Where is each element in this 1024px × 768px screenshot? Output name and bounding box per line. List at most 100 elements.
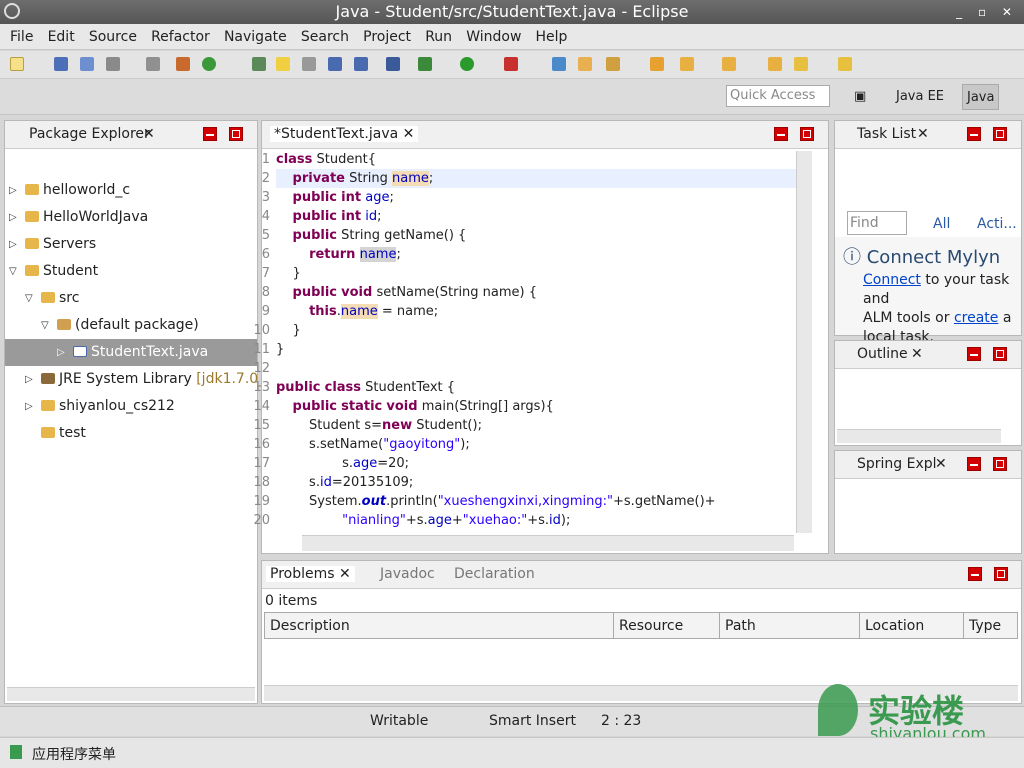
last-edit-icon[interactable] (768, 57, 782, 71)
open-type-icon[interactable] (552, 57, 566, 71)
maximize-button[interactable] (993, 457, 1007, 471)
minimize-button[interactable] (967, 457, 981, 471)
minimize-button[interactable] (967, 347, 981, 361)
status-insert-mode: Smart Insert (489, 713, 576, 729)
app-menu-label[interactable]: 应用程序菜单 (32, 744, 116, 764)
window-controls[interactable]: _ ▫ ✕ (956, 0, 1018, 24)
maximize-button[interactable] (993, 347, 1007, 361)
print-icon[interactable] (106, 57, 120, 71)
minimize-button[interactable] (774, 127, 788, 141)
horizontal-scrollbar[interactable] (302, 535, 794, 551)
search-pen-icon[interactable] (606, 57, 620, 71)
tree-item[interactable]: test (5, 420, 257, 447)
quick-access-input[interactable]: Quick Access (726, 85, 830, 107)
column-type[interactable]: Type (969, 618, 1001, 634)
app-menu-icon[interactable] (10, 745, 22, 759)
run-icon[interactable] (460, 57, 474, 71)
mylyn-text: ALM tools or (863, 310, 954, 326)
maximize-button[interactable] (993, 127, 1007, 141)
menu-window[interactable]: Window (461, 24, 526, 50)
tree-item[interactable]: ▷ JRE System Library [jdk1.7.0_67 (5, 366, 283, 393)
minimize-button[interactable] (967, 127, 981, 141)
open-task-icon[interactable] (650, 57, 664, 71)
menu-edit[interactable]: Edit (43, 24, 80, 50)
column-description[interactable]: Description (270, 618, 350, 634)
back-icon[interactable] (794, 57, 808, 71)
task-find-input[interactable]: Find (847, 211, 907, 235)
tree-item[interactable]: ▽ src (5, 285, 257, 312)
tab-problems[interactable]: Problems ✕ (266, 566, 355, 582)
maximize-button[interactable] (994, 567, 1008, 581)
mylyn-text: a (998, 310, 1012, 326)
spring-explorer-panel: Spring Expl ✕ (834, 450, 1022, 554)
debug-icon[interactable] (418, 57, 432, 71)
tree-item[interactable]: ▽ Student (5, 258, 257, 285)
all-link[interactable]: All (933, 216, 950, 232)
breakpoint-icon[interactable] (386, 57, 400, 71)
create-link[interactable]: create (954, 310, 998, 326)
editor-tab-bar: *StudentText.java ✕ (262, 121, 828, 149)
horizontal-scrollbar[interactable] (837, 429, 1001, 443)
minimize-button[interactable] (203, 127, 217, 141)
forward-icon[interactable] (838, 57, 852, 71)
open-perspective-icon[interactable]: ▣ (850, 84, 870, 110)
open-folder-icon[interactable] (578, 57, 592, 71)
task-list-tab[interactable]: Task List ✕ (835, 121, 1021, 149)
build-icon[interactable] (176, 57, 190, 71)
activate-link[interactable]: Acti... (977, 216, 1017, 232)
maximize-button[interactable] (800, 127, 814, 141)
console-icon[interactable] (146, 57, 160, 71)
horizontal-scrollbar[interactable] (7, 687, 255, 701)
task-list-panel: Task List ✕ Find All Acti... ⓘ Connect M… (834, 120, 1022, 345)
package-tree: ▷ helloworld_c ▷ HelloWorldJava ▷ Servers ▽… (5, 177, 283, 447)
maximize-button[interactable] (229, 127, 243, 141)
tree-item-selected[interactable]: ▷ StudentText.java (5, 339, 257, 366)
close-icon[interactable]: ✕ (917, 126, 929, 142)
tab-javadoc[interactable]: Javadoc (380, 566, 435, 582)
task-list-title: Task List (857, 126, 917, 142)
tab-declaration[interactable]: Declaration (454, 566, 535, 582)
menu-run[interactable]: Run (420, 24, 457, 50)
outline-tab[interactable]: Outline ✕ (835, 341, 1021, 369)
tree-item[interactable]: ▷ shiyanlou_cs212 (5, 393, 257, 420)
perspective-java[interactable]: Java (962, 84, 1000, 110)
menu-refactor[interactable]: Refactor (146, 24, 215, 50)
whitespace-icon[interactable] (354, 57, 368, 71)
prev-annotation-icon[interactable] (722, 57, 736, 71)
column-path[interactable]: Path (725, 618, 756, 634)
perspective-java-ee[interactable]: Java EE (892, 84, 948, 110)
editor-tab[interactable]: *StudentText.java ✕ (270, 126, 419, 142)
menu-project[interactable]: Project (358, 24, 416, 50)
refresh-icon[interactable] (202, 57, 216, 71)
package-explorer-tab[interactable]: Package Explorer ✕ (5, 121, 257, 149)
menu-source[interactable]: Source (84, 24, 142, 50)
save-all-icon[interactable] (80, 57, 94, 71)
minimize-button[interactable] (968, 567, 982, 581)
tree-item[interactable]: ▷ helloworld_c (5, 177, 257, 204)
close-icon[interactable]: ✕ (143, 126, 155, 142)
close-icon[interactable]: ✕ (935, 456, 947, 472)
vertical-scrollbar[interactable] (796, 151, 812, 533)
column-resource[interactable]: Resource (619, 618, 683, 634)
spring-explorer-tab[interactable]: Spring Expl ✕ (835, 451, 1021, 479)
tree-item[interactable]: ▷ HelloWorldJava (5, 204, 257, 231)
connect-link[interactable]: Connect (863, 272, 921, 288)
mark-occurrences-icon[interactable] (276, 57, 290, 71)
code-editor[interactable]: 1 class Student{ 2 private String name; 3… (253, 150, 796, 530)
menu-navigate[interactable]: Navigate (219, 24, 292, 50)
coverage-icon[interactable] (504, 57, 518, 71)
block-selection-icon[interactable] (328, 57, 342, 71)
skip-icon[interactable] (252, 57, 266, 71)
menu-file[interactable]: File (5, 24, 38, 50)
column-location[interactable]: Location (865, 618, 924, 634)
menu-search[interactable]: Search (296, 24, 354, 50)
save-icon[interactable] (54, 57, 68, 71)
close-icon[interactable]: ✕ (911, 346, 923, 362)
menu-help[interactable]: Help (531, 24, 573, 50)
next-annotation-icon[interactable] (680, 57, 694, 71)
tree-item[interactable]: ▷ Servers (5, 231, 257, 258)
menu-bar: File Edit Source Refactor Navigate Searc… (0, 24, 1024, 50)
new-icon[interactable] (10, 57, 24, 71)
toggle-icon[interactable] (302, 57, 316, 71)
tree-item[interactable]: ▽ (default package) (5, 312, 257, 339)
